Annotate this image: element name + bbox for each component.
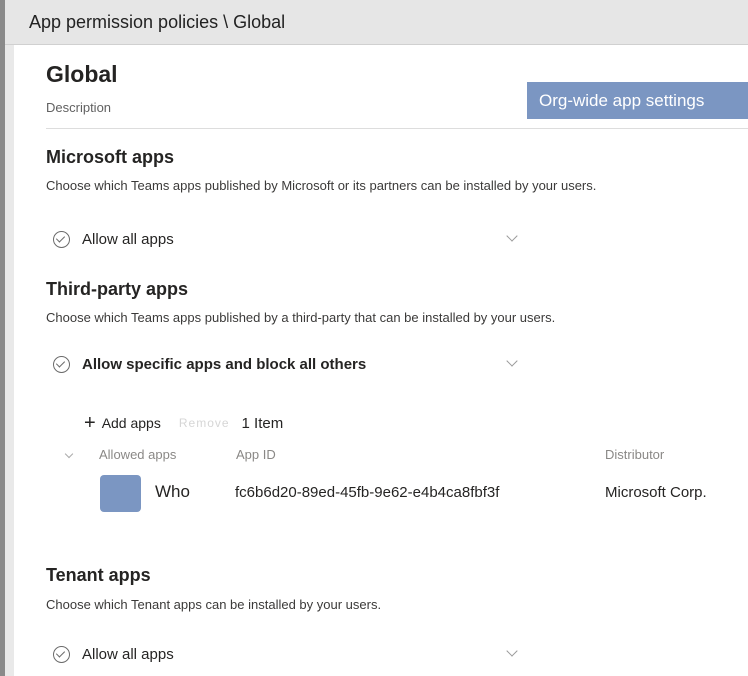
check-circle-icon	[53, 230, 70, 248]
app-id: fc6b6d20-89ed-45fb-9e62-e4b4ca8fbf3f	[235, 484, 500, 501]
third-party-apps-dropdown-value: Allow specific apps and block all others	[82, 355, 367, 373]
chevron-down-icon	[506, 230, 518, 242]
table-row[interactable]: Who fc6b6d20-89ed-45fb-9e62-e4b4ca8fbf3f…	[14, 473, 748, 513]
table-header: Allowed apps App ID Distributor	[14, 447, 748, 467]
microsoft-apps-title: Microsoft apps	[46, 147, 175, 167]
microsoft-apps-dropdown-value: Allow all apps	[82, 230, 174, 248]
microsoft-apps-dropdown[interactable]: Allow all apps	[46, 222, 530, 256]
org-wide-settings-button[interactable]: Org-wide app settings	[527, 82, 748, 119]
app-name: Who	[155, 482, 190, 501]
check-circle-icon	[53, 645, 70, 663]
window-edge	[0, 0, 5, 676]
add-apps-label: Add apps	[101, 415, 161, 431]
header-divider	[46, 128, 748, 129]
column-header-distributor[interactable]: Distributor	[605, 447, 664, 462]
add-apps-button[interactable]: + Add apps	[84, 412, 161, 434]
chevron-down-icon[interactable]	[64, 449, 74, 459]
remove-button[interactable]: Remove	[179, 416, 230, 430]
column-header-app-id[interactable]: App ID	[236, 447, 276, 462]
app-distributor: Microsoft Corp.	[605, 484, 707, 501]
microsoft-apps-description: Choose which Teams apps published by Mic…	[46, 178, 597, 193]
third-party-apps-title: Third-party apps	[46, 279, 189, 299]
tenant-apps-dropdown[interactable]: Allow all apps	[46, 637, 530, 671]
tenant-apps-description: Choose which Tenant apps can be installe…	[46, 597, 382, 612]
page-title: Global	[46, 61, 118, 87]
chevron-down-icon	[506, 355, 518, 367]
tenant-apps-dropdown-value: Allow all apps	[82, 645, 174, 663]
third-party-apps-dropdown[interactable]: Allow specific apps and block all others	[46, 347, 530, 381]
check-circle-icon	[53, 355, 70, 373]
column-header-allowed-apps[interactable]: Allowed apps	[99, 447, 176, 462]
tenant-apps-title: Tenant apps	[46, 565, 151, 585]
chevron-down-icon	[506, 645, 518, 657]
policy-panel: Global Description Org-wide app settings…	[14, 45, 748, 676]
item-count: 1 Item	[241, 414, 284, 432]
apps-toolbar: + Add apps Remove 1 Item	[84, 412, 283, 434]
page-description: Description	[46, 100, 112, 115]
breadcrumb: App permission policies \ Global	[5, 0, 748, 45]
app-icon	[100, 475, 141, 512]
third-party-apps-description: Choose which Teams apps published by a t…	[46, 310, 556, 325]
plus-icon: +	[84, 412, 96, 434]
